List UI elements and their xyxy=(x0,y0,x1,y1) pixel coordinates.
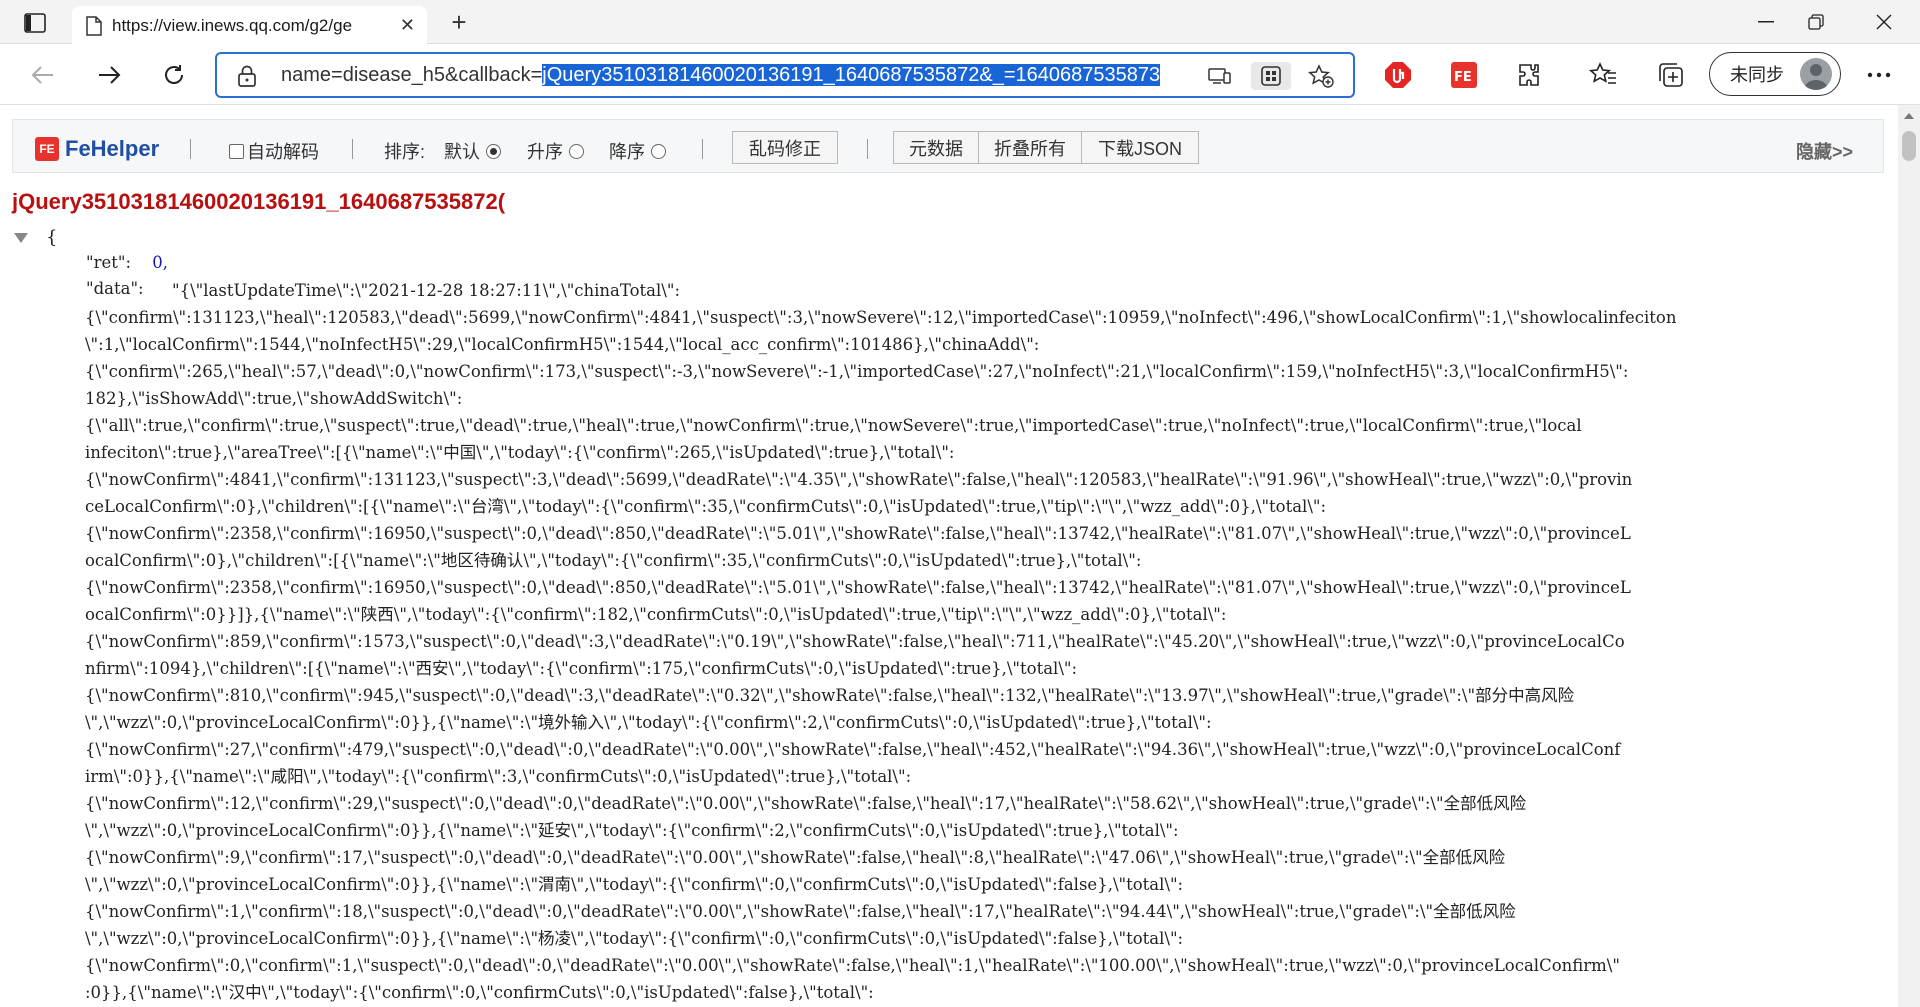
sort-asc-option[interactable]: 升序 xyxy=(527,138,584,164)
app-icon[interactable] xyxy=(1251,62,1291,90)
vertical-scrollbar[interactable] xyxy=(1898,105,1920,1007)
scroll-thumb[interactable] xyxy=(1902,131,1916,161)
sort-label: 排序: xyxy=(384,142,426,162)
download-json-button[interactable]: 下载JSON xyxy=(1081,131,1199,164)
avatar xyxy=(1800,58,1832,90)
address-selection: jQuery35103181460020136191_1640687535872… xyxy=(542,64,1161,86)
data-string-line: {\"nowConfirm\":2358,\"confirm\":16950,\… xyxy=(85,524,1631,543)
data-string-line: {\"nowConfirm\":1,\"confirm\":18,\"suspe… xyxy=(85,902,1516,921)
profile-label: 未同步 xyxy=(1730,65,1784,85)
data-value: "{\"lastUpdateTime\":\"2021-12-28 18:27:… xyxy=(85,277,1885,1006)
data-string-line: {\"all\":true,\"confirm\":true,\"suspect… xyxy=(85,416,1582,435)
back-icon[interactable] xyxy=(26,58,60,92)
data-string-line: {\"nowConfirm\":0,\"confirm\":1,\"suspec… xyxy=(85,956,1620,975)
hide-toolbar-link[interactable]: 隐藏>> xyxy=(1796,138,1853,164)
auto-decode-toggle[interactable]: 自动解码 xyxy=(229,138,319,164)
plus-icon[interactable]: + xyxy=(445,9,473,37)
navigation-bar: name=disease_h5&callback=jQuery351031814… xyxy=(0,44,1920,105)
data-string-line: \":1,\"localConfirm\":1544,\"noInfectH5\… xyxy=(85,335,1040,354)
close-window-icon[interactable] xyxy=(1862,8,1906,36)
auto-decode-checkbox[interactable] xyxy=(229,143,244,159)
page-content: FE FeHelper 自动解码 排序: 默认 升序 降序 乱码修正 元数据 折… xyxy=(0,105,1898,1007)
data-string-line: {\"confirm\":265,\"heal\":57,\"dead\":0,… xyxy=(85,362,1629,381)
collapse-toggle-icon[interactable] xyxy=(14,233,28,243)
divider xyxy=(702,139,703,159)
sort-desc-radio[interactable] xyxy=(651,143,666,159)
open-brace: { xyxy=(46,227,58,248)
close-icon[interactable]: ✕ xyxy=(400,16,415,34)
sort-desc-label: 降序 xyxy=(609,142,645,162)
sort-desc-option[interactable]: 降序 xyxy=(609,138,666,164)
callback-name: jQuery35103181460020136191_1640687535872… xyxy=(12,189,506,214)
fehelper-icon[interactable]: FE xyxy=(1447,58,1481,92)
divider xyxy=(352,139,353,159)
data-string-line: \",\"wzz\":0,\"provinceLocalConfirm\":0}… xyxy=(85,929,1184,948)
profile-button[interactable]: 未同步 xyxy=(1709,52,1841,96)
favorites-icon[interactable] xyxy=(1586,58,1620,92)
sort-asc-radio[interactable] xyxy=(569,143,584,159)
ret-entry: "ret": 0, xyxy=(86,253,168,272)
extensions-icon[interactable] xyxy=(1513,58,1547,92)
tab-panel-icon xyxy=(24,13,46,33)
more-icon[interactable] xyxy=(1862,58,1896,92)
data-string-line: \",\"wzz\":0,\"provinceLocalConfirm\":0}… xyxy=(85,713,1212,732)
raw-data-button[interactable]: 元数据 xyxy=(893,131,979,164)
address-bar[interactable]: name=disease_h5&callback=jQuery351031814… xyxy=(215,52,1355,98)
address-prefix: name=disease_h5&callback= xyxy=(281,64,543,86)
minimize-icon[interactable] xyxy=(1744,8,1788,36)
auto-decode-label: 自动解码 xyxy=(247,142,319,162)
data-string-line: irm\":0}},{\"name\":\"咸阳\",\"today\":{\"… xyxy=(85,767,912,786)
data-string-line: ceLocalConfirm\":0},\"children\":[{\"nam… xyxy=(85,497,1327,516)
data-string-line: 182},\"isShowAdd\":true,\"showAddSwitch\… xyxy=(85,389,463,408)
scroll-up-arrow-icon[interactable] xyxy=(1904,113,1914,119)
read-aloud-icon[interactable] xyxy=(1204,62,1234,90)
data-string-line: nfirm\":1094},\"children\":[{\"name\":\"… xyxy=(85,659,1078,678)
data-string-line: {\"nowConfirm\":4841,\"confirm\":131123,… xyxy=(85,470,1633,489)
address-text[interactable]: name=disease_h5&callback=jQuery351031814… xyxy=(281,64,1161,87)
data-string-line: ocalConfirm\":0}}]},{\"name\":\"陕西\",\"t… xyxy=(85,605,1227,624)
sort-asc-label: 升序 xyxy=(527,142,563,162)
data-string-line: \",\"wzz\":0,\"provinceLocalConfirm\":0}… xyxy=(85,821,1179,840)
favorite-add-icon[interactable] xyxy=(1306,62,1336,90)
collections-icon[interactable] xyxy=(1654,58,1688,92)
sort-default-radio[interactable] xyxy=(486,143,501,159)
lock-icon[interactable] xyxy=(237,65,257,92)
data-string-line: {\"confirm\":131123,\"heal\":120583,\"de… xyxy=(85,308,1677,327)
data-string-line: infeciton\":true},\"areaTree\":[{\"name\… xyxy=(85,443,955,462)
collapse-all-button[interactable]: 折叠所有 xyxy=(978,131,1082,164)
fehelper-toolbar: FE FeHelper 自动解码 排序: 默认 升序 降序 乱码修正 元数据 折… xyxy=(12,119,1884,173)
page-icon xyxy=(86,15,102,36)
data-string-line: {\"nowConfirm\":27,\"confirm\":479,\"sus… xyxy=(85,740,1621,759)
fehelper-badge: FE xyxy=(35,137,59,161)
tab-title: https://view.inews.qq.com/g2/ge xyxy=(112,15,353,35)
tab-strip: https://view.inews.qq.com/g2/ge ✕ + xyxy=(0,0,1920,45)
ret-value: 0, xyxy=(152,253,169,272)
data-string-line: ocalConfirm\":0},\"children\":[{\"name\"… xyxy=(85,551,1142,570)
data-string-line: {\"nowConfirm\":859,\"confirm\":1573,\"s… xyxy=(85,632,1625,651)
refresh-icon[interactable] xyxy=(157,58,191,92)
sort-default-option[interactable]: 默认 xyxy=(444,138,501,164)
fix-encoding-button[interactable]: 乱码修正 xyxy=(732,131,838,164)
tab-actions-button[interactable] xyxy=(16,9,54,37)
adblock-icon[interactable] xyxy=(1381,58,1415,92)
data-string-line: :0}},{\"name\":\"汉中\",\"today\":{\"confi… xyxy=(85,983,874,1002)
divider xyxy=(190,139,191,159)
sort-default-label: 默认 xyxy=(444,142,480,162)
divider xyxy=(867,139,868,159)
data-string-line: {\"nowConfirm\":12,\"confirm\":29,\"susp… xyxy=(85,794,1527,813)
fehelper-logo[interactable]: FE FeHelper xyxy=(35,136,159,162)
data-string-line: \",\"wzz\":0,\"provinceLocalConfirm\":0}… xyxy=(85,875,1184,894)
restore-icon[interactable] xyxy=(1794,8,1838,36)
svg-text:FE: FE xyxy=(1454,70,1472,85)
fehelper-logo-text: FeHelper xyxy=(65,136,160,161)
active-tab[interactable]: https://view.inews.qq.com/g2/ge ✕ xyxy=(72,6,427,45)
data-string-line: {\"nowConfirm\":810,\"confirm\":945,\"su… xyxy=(85,686,1575,705)
ret-key: "ret": xyxy=(86,253,132,272)
data-string-line: {\"nowConfirm\":2358,\"confirm\":16950,\… xyxy=(85,578,1631,597)
data-string-line: {\"nowConfirm\":9,\"confirm\":17,\"suspe… xyxy=(85,848,1506,867)
forward-icon[interactable] xyxy=(92,58,126,92)
data-string-line: "{\"lastUpdateTime\":\"2021-12-28 18:27:… xyxy=(172,281,681,300)
